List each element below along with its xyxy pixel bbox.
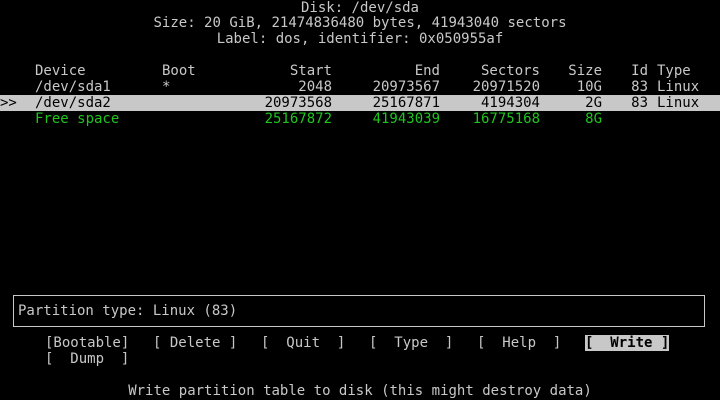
status-hint: Write partition table to disk (this migh… [128,383,592,399]
disk-title: Disk: /dev/sda [300,0,419,16]
column-header-type: Type [657,63,691,79]
row-type: Linux [657,79,700,95]
column-header-device: Device [35,63,86,79]
disk-label-info: Label: dos, identifier: 0x050955af [216,31,504,47]
row-sectors: 20971520 [472,79,540,95]
table-row[interactable]: /dev/sda1 * 2048 20973567 20971520 10G 8… [0,79,720,95]
row-device: /dev/sda1 [35,79,111,95]
table-row-free-space[interactable]: Free space 25167872 41943039 16775168 8G [0,111,720,127]
partition-type-info: Partition type: Linux (83) [18,303,238,319]
row-start: 20973568 [264,95,332,111]
help-button[interactable]: [ Help ] [477,335,561,351]
row-boot: * [162,79,171,95]
column-header-boot: Boot [162,63,196,79]
row-size: 2G [585,95,602,111]
delete-button[interactable]: [ Delete ] [153,335,237,351]
column-header-start: Start [289,63,332,79]
row-sectors: 4194304 [480,95,540,111]
row-id: 83 [631,79,648,95]
row-end: 20973567 [372,79,440,95]
bootable-button[interactable]: [Bootable] [45,335,129,351]
row-size: 10G [576,79,602,95]
row-start: 25167872 [264,111,332,127]
column-header-size: Size [568,63,602,79]
type-button[interactable]: [ Type ] [369,335,453,351]
selection-marker: >> [0,95,17,111]
row-end: 41943039 [372,111,440,127]
table-header: Device Boot Start End Sectors Size Id Ty… [0,63,720,79]
row-device: /dev/sda2 [35,95,111,111]
write-button[interactable]: [ Write ] [585,335,670,351]
disk-size-info: Size: 20 GiB, 21474836480 bytes, 4194304… [153,15,567,31]
row-id: 83 [631,95,648,111]
column-header-id: Id [631,63,648,79]
row-end: 25167871 [372,95,440,111]
row-size: 8G [585,111,602,127]
column-header-sectors: Sectors [480,63,540,79]
row-device: Free space [35,111,120,127]
row-type: Linux [657,95,700,111]
quit-button[interactable]: [ Quit ] [261,335,345,351]
row-id [610,111,648,127]
table-row-selected[interactable]: >> /dev/sda2 20973568 25167871 4194304 2… [0,95,720,111]
partition-info-box: Partition type: Linux (83) [13,295,705,327]
column-header-end: End [414,63,440,79]
row-start: 2048 [298,79,332,95]
row-sectors: 16775168 [472,111,540,127]
dump-button[interactable]: [ Dump ] [45,351,129,367]
